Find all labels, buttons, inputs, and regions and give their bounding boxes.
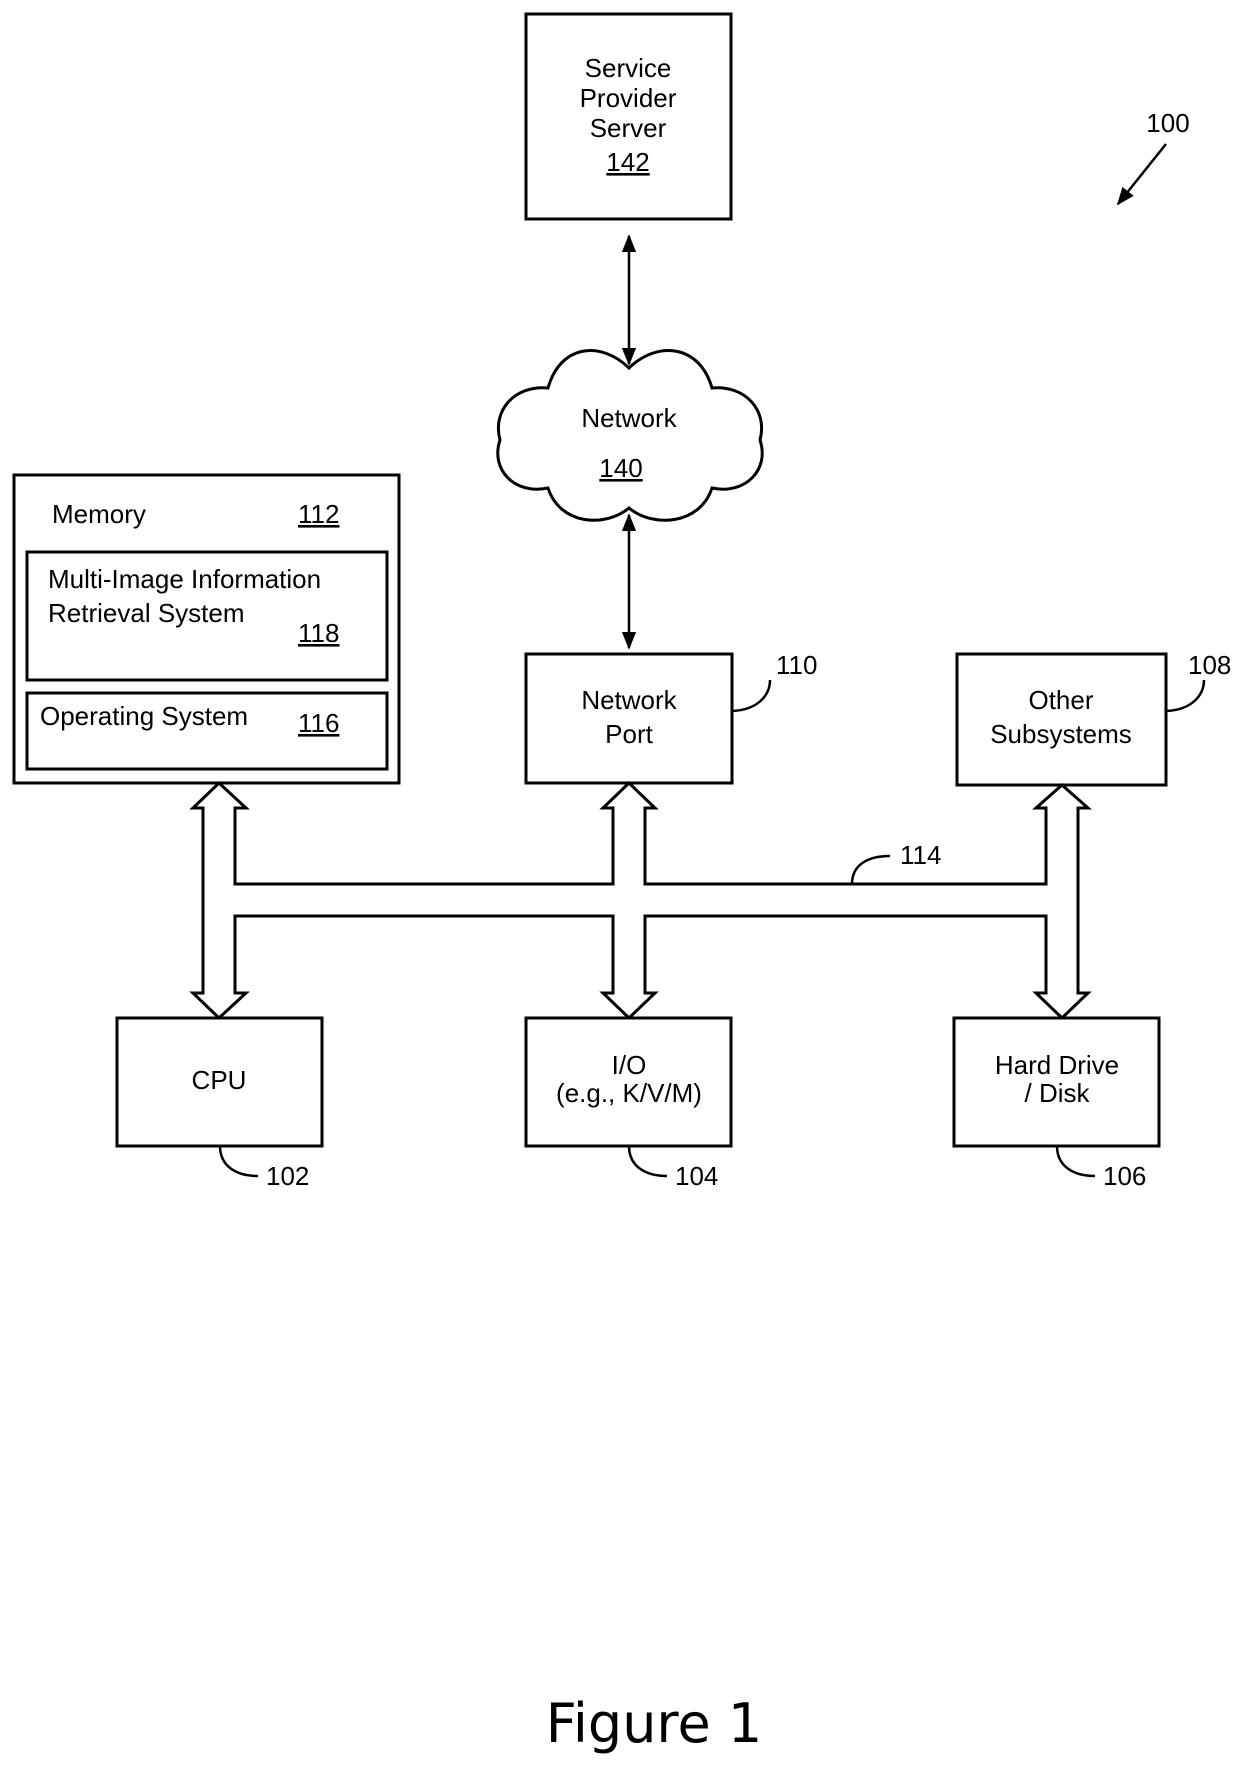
network-port-ref: 110 [776, 650, 817, 680]
server-label-line-1: Service [585, 53, 672, 83]
other-label-line-1: Other [1028, 685, 1093, 715]
io-leader [627, 1145, 668, 1178]
network-label: Network [581, 403, 677, 433]
memory-box: Memory 112 Multi-Image Information Retri… [12, 473, 401, 785]
network-ref: 140 [599, 453, 642, 483]
io-label-line-2: (e.g., K/V/M) [556, 1078, 702, 1108]
bus-leader [850, 854, 891, 885]
io-label-line-1: I/O [612, 1050, 647, 1080]
cpu-leader [218, 1145, 259, 1178]
disk-ref: 106 [1103, 1161, 1146, 1191]
figure-caption: Figure 1 [546, 1692, 762, 1755]
network-port-label-line-1: Network [581, 685, 677, 715]
server-label-line-2: Provider [580, 83, 677, 113]
reference-arrow-icon [1116, 143, 1167, 206]
io-ref: 104 [675, 1161, 718, 1191]
other-ref: 108 [1188, 650, 1231, 680]
retrieval-label-line-2: Retrieval System [48, 598, 245, 628]
server-label-line-3: Server [590, 113, 667, 143]
cpu-label: CPU [192, 1065, 247, 1095]
network-port-box: Network Port 110 [524, 650, 817, 785]
disk-label-line-2: / Disk [1025, 1078, 1091, 1108]
disk-label-line-1: Hard Drive [995, 1050, 1119, 1080]
io-box: I/O (e.g., K/V/M) 104 [524, 1016, 733, 1191]
disk-leader [1055, 1145, 1096, 1178]
system-diagram: 100 Service Provider Server 142 Network … [12, 12, 1231, 1755]
network-cloud: Network 140 [496, 349, 764, 522]
bus-ref: 114 [900, 840, 941, 870]
figure-reference-100: 100 [1116, 108, 1190, 206]
bus-block-arrows-icon [189, 780, 1092, 1021]
retrieval-label-line-1: Multi-Image Information [48, 564, 321, 594]
other-subsystems-box: Other Subsystems 108 [955, 650, 1231, 787]
retrieval-ref: 118 [298, 618, 339, 648]
service-provider-server-box: Service Provider Server 142 [524, 12, 733, 221]
network-port-label-line-2: Port [605, 719, 653, 749]
memory-label: Memory [52, 499, 146, 529]
memory-ref: 112 [298, 499, 339, 529]
cloud-icon [496, 349, 764, 522]
other-leader [1165, 679, 1206, 713]
server-ref: 142 [606, 147, 649, 177]
cpu-ref: 102 [266, 1161, 309, 1191]
other-label-line-2: Subsystems [990, 719, 1132, 749]
hard-drive-box: Hard Drive / Disk 106 [952, 1016, 1161, 1191]
os-label: Operating System [40, 701, 248, 731]
system-bus: 114 [189, 780, 1092, 1021]
network-port-leader [731, 679, 772, 713]
cpu-box: CPU 102 [115, 1016, 324, 1191]
figure-reference-label: 100 [1146, 108, 1189, 138]
os-ref: 116 [298, 708, 339, 738]
